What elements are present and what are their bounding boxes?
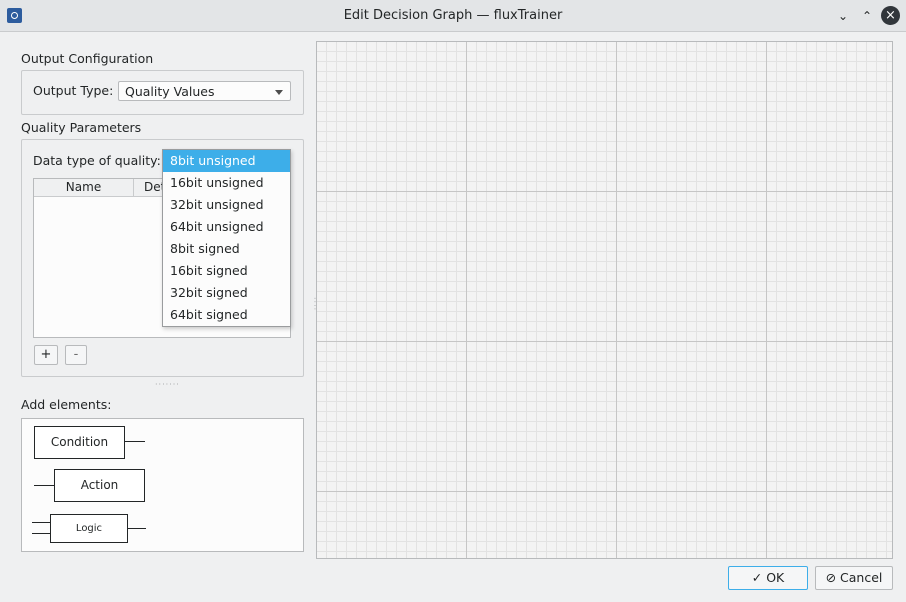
logic-input-line-1 <box>32 522 50 523</box>
graph-canvas[interactable] <box>316 41 893 559</box>
cancel-button[interactable]: ⊘ Cancel <box>815 566 893 590</box>
quality-params-label: Quality Parameters <box>21 120 142 135</box>
add-elements-label: Add elements: <box>21 397 112 412</box>
action-node[interactable]: Action <box>54 469 145 502</box>
check-icon: ✓ <box>751 570 763 585</box>
minimize-button[interactable]: ⌄ <box>834 7 852 25</box>
close-icon: × <box>885 8 896 23</box>
dropdown-option[interactable]: 32bit unsigned <box>163 194 290 216</box>
output-type-label: Output Type: <box>33 83 114 98</box>
chevron-down-icon: ⌄ <box>837 9 849 23</box>
dropdown-option[interactable]: 8bit unsigned <box>163 150 290 172</box>
output-type-value: Quality Values <box>125 84 215 99</box>
logic-input-line-2 <box>32 533 50 534</box>
cancel-icon: ⊘ <box>825 570 837 585</box>
ok-button[interactable]: ✓ OK <box>728 566 808 590</box>
dropdown-option[interactable]: 16bit signed <box>163 260 290 282</box>
dropdown-option[interactable]: 16bit unsigned <box>163 172 290 194</box>
window-title: Edit Decision Graph — fluxTrainer <box>343 8 563 23</box>
condition-output-line <box>125 441 145 442</box>
close-button[interactable]: × <box>881 6 900 25</box>
dropdown-option[interactable]: 64bit signed <box>163 304 290 326</box>
dropdown-option[interactable]: 8bit signed <box>163 238 290 260</box>
ok-label: OK <box>766 570 785 585</box>
chevron-up-icon: ⌃ <box>861 9 873 23</box>
logic-output-line <box>128 528 146 529</box>
cancel-label: Cancel <box>840 570 883 585</box>
chevron-down-icon <box>275 90 283 95</box>
add-row-button[interactable]: + <box>34 345 58 365</box>
action-input-line <box>34 485 54 486</box>
condition-node[interactable]: Condition <box>34 426 125 459</box>
remove-row-button[interactable]: - <box>65 345 87 365</box>
element-palette: Condition Action Logic <box>21 418 304 552</box>
vertical-splitter-handle[interactable]: ······· <box>155 380 180 389</box>
output-config-frame: Output Type: Quality Values <box>21 70 304 115</box>
logic-node[interactable]: Logic <box>50 514 128 543</box>
dropdown-option[interactable]: 64bit unsigned <box>163 216 290 238</box>
dropdown-option[interactable]: 32bit signed <box>163 282 290 304</box>
data-type-dropdown[interactable]: 8bit unsigned 16bit unsigned 32bit unsig… <box>162 149 291 327</box>
maximize-button[interactable]: ⌃ <box>858 7 876 25</box>
data-type-label: Data type of quality: <box>33 153 161 168</box>
output-config-label: Output Configuration <box>21 51 154 66</box>
output-type-combo[interactable]: Quality Values <box>118 81 291 101</box>
column-header-name[interactable]: Name <box>34 179 134 196</box>
